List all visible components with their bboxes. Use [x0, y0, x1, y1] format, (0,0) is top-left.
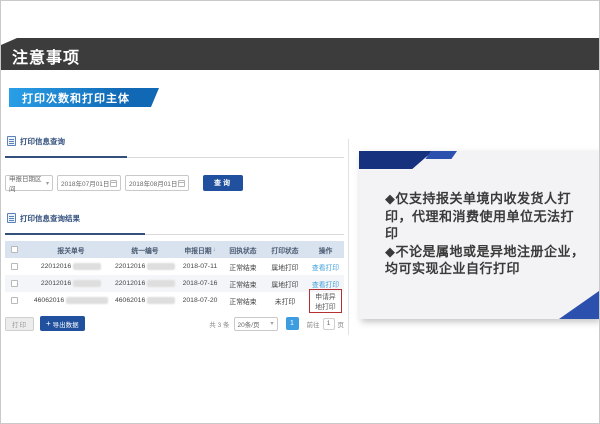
export-data-button[interactable]: + 导出数据: [40, 316, 85, 331]
presentation-slide: 注意事项 打印次数和打印主体 打印信息查询 申报日期区间 ▾ 2018年07月0…: [0, 0, 600, 424]
row-checkbox[interactable]: [11, 280, 18, 287]
document-list-icon: [7, 213, 16, 223]
results-table: 报关单号 统一编号 申报日期 ↓ 回执状态 打印状态 操作 22012016 2…: [5, 241, 344, 309]
section-query-header: 打印信息查询: [5, 141, 344, 158]
receipt-status-cell: 正常结束: [223, 262, 263, 272]
unified-no-prefix: 22012016: [115, 263, 145, 270]
document-search-icon: [7, 136, 16, 146]
app-screenshot: 打印信息查询 申报日期区间 ▾ 2018年07月01日 2018年08月01日 …: [3, 139, 349, 335]
view-print-link[interactable]: 查看打印: [312, 262, 339, 272]
decorative-corner-triangle: [559, 291, 599, 319]
note-bullets: ◆仅支持报关单境内收发货人打印，代理和消费使用单位无法打印 ◆不论是属地或是异地…: [359, 151, 599, 278]
goto-page: 前往 1 页: [307, 318, 345, 330]
unified-no-cell: 46062016: [113, 297, 177, 304]
table-header-row: 报关单号 统一编号 申报日期 ↓ 回执状态 打印状态 操作: [5, 241, 344, 258]
export-data-label: 导出数据: [53, 319, 79, 329]
unified-no-prefix: 46062016: [115, 297, 145, 304]
section-accent-line: [5, 156, 127, 158]
calendar-icon: [110, 180, 117, 187]
redacted-mask: [66, 297, 108, 304]
print-status-cell: 未打印: [263, 296, 307, 306]
chevron-down-icon: ▾: [46, 180, 49, 187]
column-header: 打印状态: [263, 245, 307, 255]
date-range-select[interactable]: 申报日期区间 ▾: [5, 175, 53, 191]
table-row: 22012016 22012016 2018-07-11 正常结束 属地打印 查…: [5, 258, 344, 275]
section-accent-line: [5, 233, 145, 235]
redacted-mask: [147, 280, 175, 287]
select-all-cell: [5, 246, 29, 253]
declare-date-cell: 2018-07-11: [177, 263, 223, 270]
sort-desc-icon: ↓: [213, 247, 216, 253]
plus-icon: +: [46, 319, 51, 328]
redacted-mask: [73, 263, 101, 270]
receipt-status-cell: 正常结束: [223, 279, 263, 289]
row-checkbox[interactable]: [11, 263, 18, 270]
redacted-mask: [147, 297, 175, 304]
page-size-value: 20条/页: [238, 319, 260, 329]
apply-remote-print-link-highlighted[interactable]: 申请异地打印: [309, 289, 342, 313]
topic-badge-label: 打印次数和打印主体: [22, 90, 130, 106]
page-size-select[interactable]: 20条/页 ▾: [234, 317, 278, 331]
column-header-sortable[interactable]: 申报日期 ↓: [177, 245, 223, 255]
topic-badge: 打印次数和打印主体: [9, 88, 159, 107]
page-1-button[interactable]: 1: [286, 317, 299, 330]
declare-date-cell: 2018-07-16: [177, 280, 223, 287]
total-count: 共 3 条: [209, 319, 229, 329]
declaration-no-prefix: 22012016: [41, 263, 71, 270]
section-query-title: 打印信息查询: [20, 136, 65, 147]
print-status-cell: 属地打印: [263, 279, 307, 289]
slide-title: 注意事项: [12, 40, 80, 68]
column-header: 报关单号: [29, 245, 113, 255]
table-row: 22012016 22012016 2018-07-16 正常结束 属地打印 查…: [5, 275, 344, 292]
note-bullet: ◆不论是属地或是异地注册企业，均可实现企业自行打印: [385, 243, 585, 278]
unified-no-cell: 22012016: [113, 280, 177, 287]
print-button[interactable]: 打印: [5, 317, 34, 331]
table-footer: 打印 + 导出数据 共 3 条 20条/页 ▾ 1 前往 1 页: [5, 316, 344, 331]
note-bullet: ◆仅支持报关单境内收发货人打印，代理和消费使用单位无法打印: [385, 190, 585, 243]
column-header-label: 申报日期: [184, 245, 211, 255]
date-to-value: 2018年08月01日: [129, 178, 177, 188]
table-row: 46062016 46062016 2018-07-20 正常结束 未打印 申请…: [5, 292, 344, 309]
calendar-icon: [178, 180, 185, 187]
declaration-no-prefix: 46062016: [34, 297, 64, 304]
goto-prefix: 前往: [307, 319, 320, 329]
column-header: 回执状态: [223, 245, 263, 255]
unified-no-cell: 22012016: [113, 263, 177, 270]
column-header: 统一编号: [113, 245, 177, 255]
note-card: ◆仅支持报关单境内收发货人打印，代理和消费使用单位无法打印 ◆不论是属地或是异地…: [359, 151, 599, 319]
date-range-select-value: 申报日期区间: [9, 173, 43, 193]
declaration-no-cell: 22012016: [29, 263, 113, 270]
select-all-checkbox[interactable]: [11, 246, 18, 253]
receipt-status-cell: 正常结束: [223, 296, 263, 306]
slide-title-bar: 注意事项: [1, 38, 600, 70]
declaration-no-cell: 22012016: [29, 280, 113, 287]
declare-date-cell: 2018-07-20: [177, 297, 223, 304]
pagination: 共 3 条 20条/页 ▾ 1 前往 1 页: [209, 317, 344, 331]
filter-row: 申报日期区间 ▾ 2018年07月01日 2018年08月01日 查询: [5, 175, 344, 191]
date-from-value: 2018年07月01日: [61, 178, 109, 188]
row-checkbox[interactable]: [11, 297, 18, 304]
view-print-link[interactable]: 查看打印: [312, 279, 339, 289]
date-from-input[interactable]: 2018年07月01日: [57, 175, 121, 191]
column-header: 操作: [307, 245, 344, 255]
date-to-input[interactable]: 2018年08月01日: [125, 175, 189, 191]
search-button[interactable]: 查询: [203, 175, 243, 191]
goto-suffix: 页: [338, 319, 345, 329]
section-result-header: 打印信息查询结果: [5, 218, 344, 235]
redacted-mask: [147, 263, 175, 270]
declaration-no-cell: 46062016: [29, 297, 113, 304]
redacted-mask: [73, 280, 101, 287]
goto-page-input[interactable]: 1: [323, 318, 335, 330]
declaration-no-prefix: 22012016: [41, 280, 71, 287]
chevron-down-icon: ▾: [270, 320, 273, 327]
print-status-cell: 属地打印: [263, 262, 307, 272]
unified-no-prefix: 22012016: [115, 280, 145, 287]
section-result-title: 打印信息查询结果: [20, 213, 80, 224]
